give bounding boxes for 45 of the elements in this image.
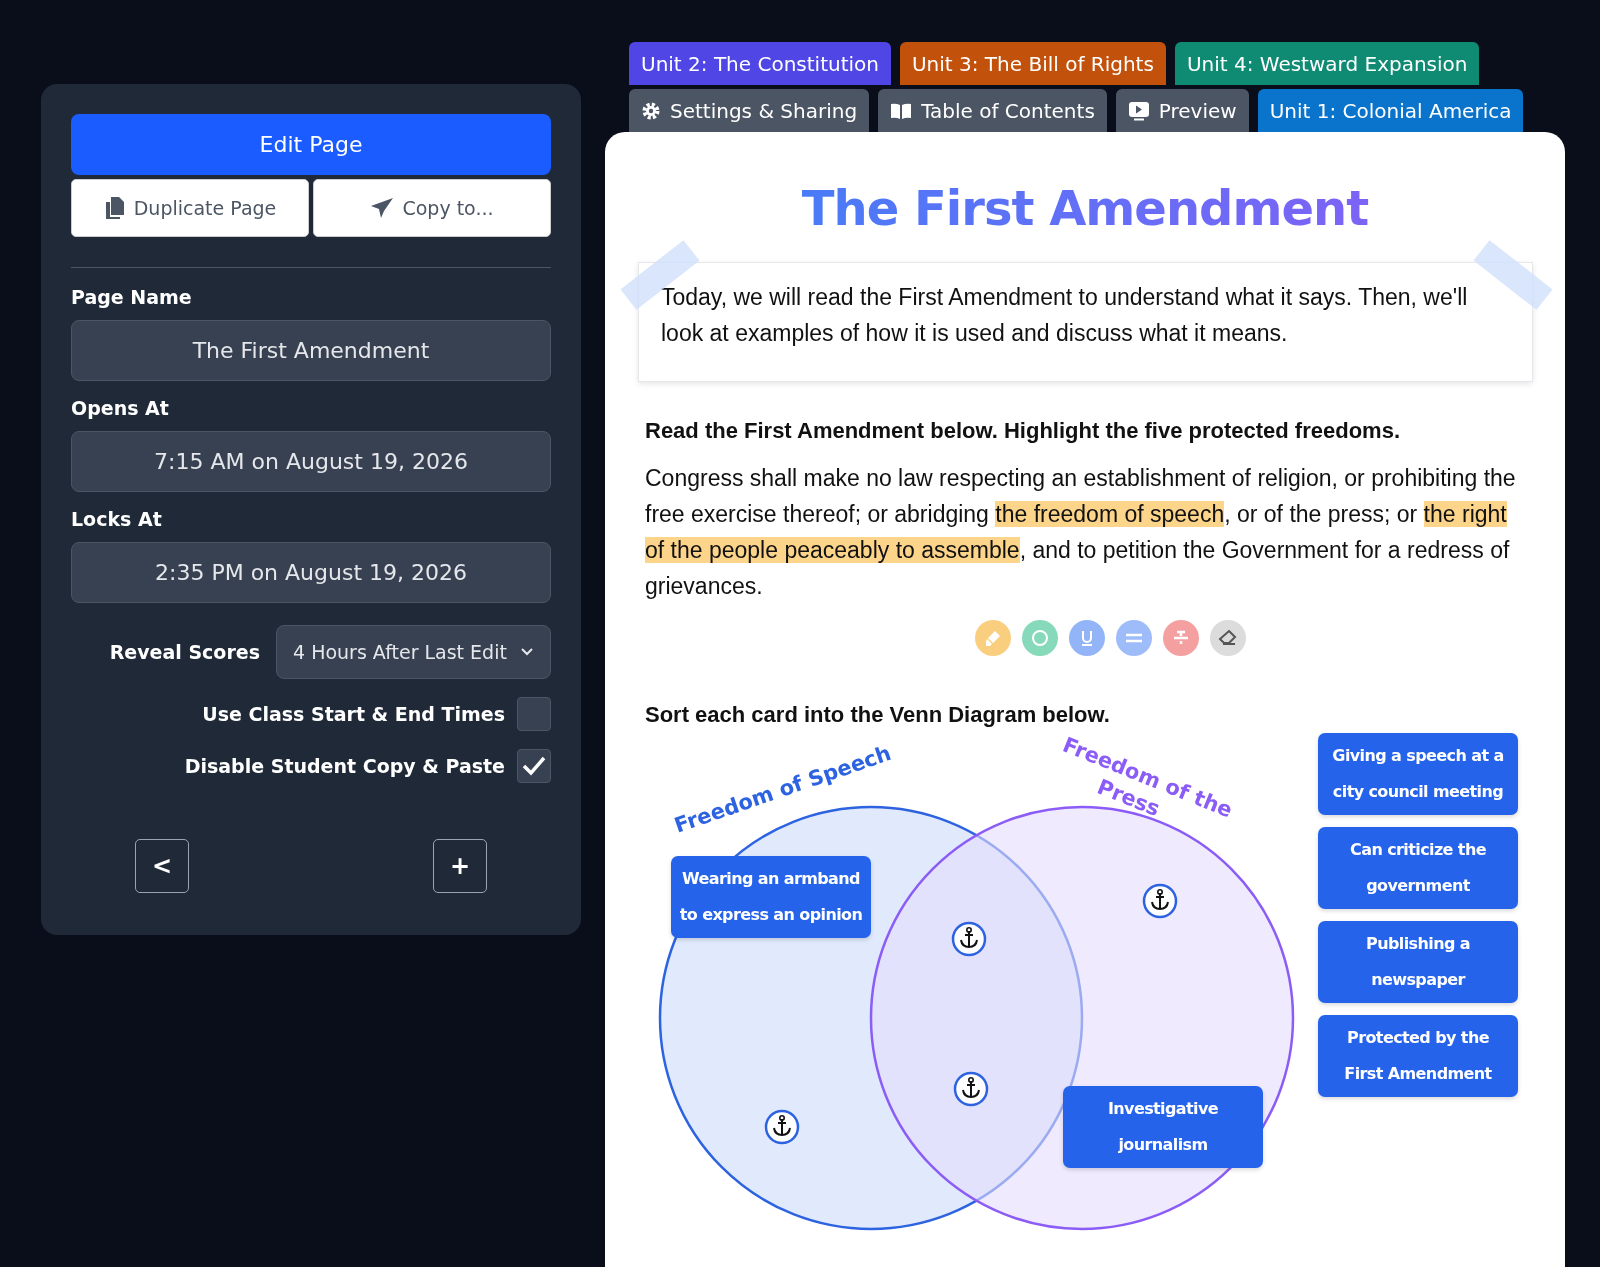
edit-page-button[interactable]: Edit Page [71,114,551,175]
sort-card[interactable]: Publishing a newspaper [1318,921,1518,1003]
duplicate-page-button[interactable]: Duplicate Page [71,179,309,237]
field-label: Locks At [71,508,163,530]
checkbox[interactable] [517,697,551,731]
paper-plane-icon [370,197,395,219]
sort-card[interactable]: Giving a speech at a city council meeting [1318,733,1518,815]
chevron-down-icon [520,647,534,657]
checkbox-label: Use Class Start & End Times [202,703,505,725]
video-icon [1127,100,1150,121]
tab[interactable]: Unit 2: The Constitution [629,42,891,85]
copy-to-button[interactable]: Copy to... [313,179,551,237]
book-icon [890,101,913,120]
instruction-text: Sort each card into the Venn Diagram below. [645,702,1111,728]
tab[interactable]: Unit 3: The Bill of Rights [899,42,1166,85]
tab[interactable]: Table of Contents [878,89,1107,132]
sort-card[interactable]: Can criticize the government [1318,827,1518,909]
sort-card[interactable]: Wearing an armband to express an opinion [671,856,871,938]
tab[interactable]: Preview [1115,89,1249,132]
input-field[interactable]: 7:15 AM on August 19, 2026 [71,431,551,492]
anchor-icon[interactable] [764,1109,800,1145]
anchor-icon[interactable] [1142,883,1178,919]
input-field[interactable]: The First Amendment [71,320,551,381]
nav-button[interactable]: < [135,839,189,893]
tab[interactable]: Settings & Sharing [629,89,870,132]
eraser-icon[interactable] [1209,620,1246,656]
checkbox[interactable] [517,749,551,783]
field-label: Opens At [71,397,170,419]
checkbox-label: Disable Student Copy & Paste [184,755,505,777]
sort-card[interactable]: Protected by the First Amendment [1318,1015,1518,1097]
reveal-scores-dropdown[interactable]: 4 Hours After Last Edit [276,625,551,679]
intro-text: Today, we will read the First Amendment to understand what it says. Then, we'll look at examples of how it is used and discuss what it means. [638,262,1533,382]
anchor-icon[interactable] [953,1071,989,1107]
nav-button[interactable]: + [433,839,487,893]
tab[interactable]: Unit 4: Westward Expansion [1174,42,1480,85]
reveal-scores-label: Reveal Scores [109,641,260,663]
copy-icon [103,196,126,220]
input-field[interactable]: 2:35 PM on August 19, 2026 [71,542,551,603]
field-label: Page Name [71,286,193,308]
sort-card[interactable]: Investigative journalism [1063,1086,1263,1168]
instruction-text: Read the First Amendment below. Highlight the five protected freedoms. [645,418,1401,444]
gear-icon [641,100,661,121]
anchor-icon[interactable] [951,921,987,957]
amendment-passage: Congress shall make no law respecting an establishment of religion, or prohibiting the free exercise thereof; or abridging the freedom of speech, or of the press; or the right of the people peaceably to assemble, and to petition the Government for a redress of grievances. [645,464,1517,601]
tab[interactable]: Unit 1: Colonial America [1257,89,1524,132]
